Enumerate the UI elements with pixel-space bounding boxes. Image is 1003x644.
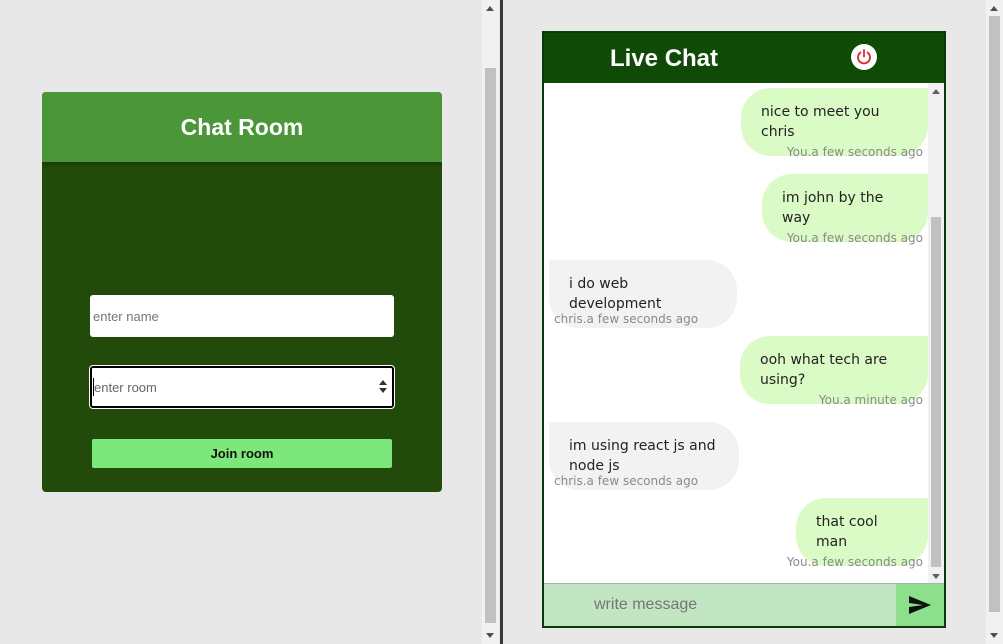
power-icon	[857, 49, 871, 65]
message-meta: chris.a few seconds ago	[554, 474, 699, 488]
message-meta: chris.a few seconds ago	[554, 312, 699, 326]
message-meta: You.a minute ago	[818, 393, 923, 407]
send-icon	[909, 596, 931, 614]
name-input[interactable]	[90, 295, 394, 337]
number-spinner-icon[interactable]	[378, 380, 388, 394]
join-title: Chat Room	[180, 113, 304, 140]
scrollbar-thumb[interactable]	[931, 217, 941, 567]
join-room-button[interactable]: Join room	[92, 439, 392, 468]
leave-chat-button[interactable]	[851, 44, 877, 70]
chat-window: Live Chat nice to meet you chris You.a f…	[542, 31, 946, 628]
left-scrollbar[interactable]	[482, 0, 499, 644]
room-input-placeholder: enter room	[94, 380, 157, 395]
scroll-up-icon[interactable]	[990, 6, 998, 11]
scroll-up-icon[interactable]	[486, 6, 494, 11]
message-composer	[544, 583, 944, 626]
send-button[interactable]	[896, 584, 944, 626]
join-pane: Chat Room enter room Join room	[0, 0, 500, 644]
scroll-up-icon[interactable]	[932, 89, 940, 94]
scroll-down-icon[interactable]	[932, 574, 940, 579]
room-input[interactable]: enter room	[89, 365, 395, 409]
message-meta: You.a few seconds ago	[786, 145, 923, 159]
scrollbar-thumb[interactable]	[485, 68, 496, 623]
chat-pane: Live Chat nice to meet you chris You.a f…	[503, 0, 1003, 644]
message-meta: You.a few seconds ago	[786, 555, 923, 569]
scroll-down-icon[interactable]	[990, 633, 998, 638]
message-scrollbar[interactable]	[928, 83, 944, 583]
right-scrollbar[interactable]	[986, 0, 1003, 644]
scrollbar-thumb[interactable]	[989, 16, 1000, 612]
message-meta: You.a few seconds ago	[786, 231, 923, 245]
join-header: Chat Room	[42, 92, 442, 162]
message-input[interactable]	[544, 584, 896, 626]
message-list: nice to meet you chris You.a few seconds…	[544, 83, 928, 583]
chat-title: Live Chat	[610, 45, 719, 72]
chat-header: Live Chat	[544, 33, 944, 83]
join-card: Chat Room enter room Join room	[42, 92, 442, 492]
scroll-down-icon[interactable]	[486, 633, 494, 638]
